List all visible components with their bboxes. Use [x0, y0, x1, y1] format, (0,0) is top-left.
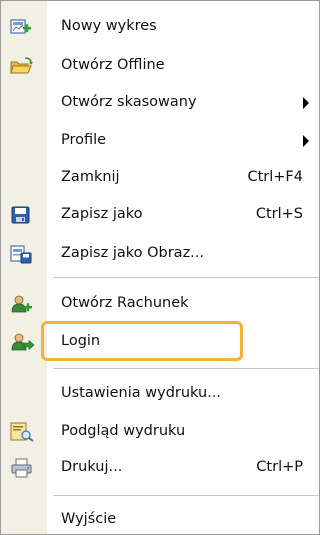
print-preview-icon	[9, 422, 35, 442]
menu-item-profile[interactable]: Profile	[1, 126, 319, 156]
menu-item-print[interactable]: Drukuj... Ctrl+P	[1, 453, 319, 483]
file-menu: Nowy wykres Otwórz Offline Otwórz skasow…	[0, 0, 320, 535]
menu-item-new-chart[interactable]: Nowy wykres	[1, 12, 319, 42]
printer-icon	[9, 458, 35, 478]
menu-item-label: Otwórz skasowany	[61, 94, 197, 110]
menu-item-print-preview[interactable]: Podgląd wydruku	[1, 417, 319, 447]
save-icon	[9, 205, 35, 225]
menu-item-label: Otwórz Offline	[61, 57, 165, 73]
menu-item-open-account[interactable]: Otwórz Rachunek	[1, 289, 319, 319]
menu-item-label: Ustawienia wydruku...	[61, 385, 222, 401]
login-icon	[9, 332, 35, 352]
shortcut-label: Ctrl+S	[255, 206, 303, 222]
menu-separator	[53, 368, 319, 369]
menu-item-label: Zapisz jako	[61, 206, 143, 222]
menu-item-label: Otwórz Rachunek	[61, 295, 189, 311]
submenu-arrow-icon	[303, 135, 309, 147]
menu-item-label: Podgląd wydruku	[61, 423, 186, 439]
shortcut-label: Ctrl+F4	[247, 169, 303, 185]
menu-item-label: Profile	[61, 132, 107, 148]
save-image-icon	[9, 244, 35, 264]
menu-item-save-as[interactable]: Zapisz jako Ctrl+S	[1, 200, 319, 230]
menu-item-label: Wyjście	[61, 511, 117, 527]
menu-item-exit[interactable]: Wyjście	[1, 505, 319, 535]
login-highlight-box	[41, 321, 243, 361]
menu-item-label: Zapisz jako Obraz...	[61, 245, 205, 261]
open-account-icon	[9, 294, 35, 314]
submenu-arrow-icon	[303, 97, 309, 109]
menu-separator	[53, 495, 319, 496]
menu-item-open-deleted[interactable]: Otwórz skasowany	[1, 88, 319, 118]
menu-item-print-settings[interactable]: Ustawienia wydruku...	[1, 379, 319, 409]
menu-item-label: Drukuj...	[61, 459, 123, 475]
menu-item-save-as-image[interactable]: Zapisz jako Obraz...	[1, 239, 319, 269]
menu-item-label: Nowy wykres	[61, 18, 157, 34]
new-chart-icon	[9, 17, 35, 37]
menu-separator	[53, 277, 319, 278]
shortcut-label: Ctrl+P	[256, 459, 303, 475]
menu-item-close[interactable]: Zamknij Ctrl+F4	[1, 163, 319, 193]
menu-item-label: Zamknij	[61, 169, 120, 185]
menu-item-open-offline[interactable]: Otwórz Offline	[1, 51, 319, 81]
open-folder-icon	[9, 56, 35, 76]
